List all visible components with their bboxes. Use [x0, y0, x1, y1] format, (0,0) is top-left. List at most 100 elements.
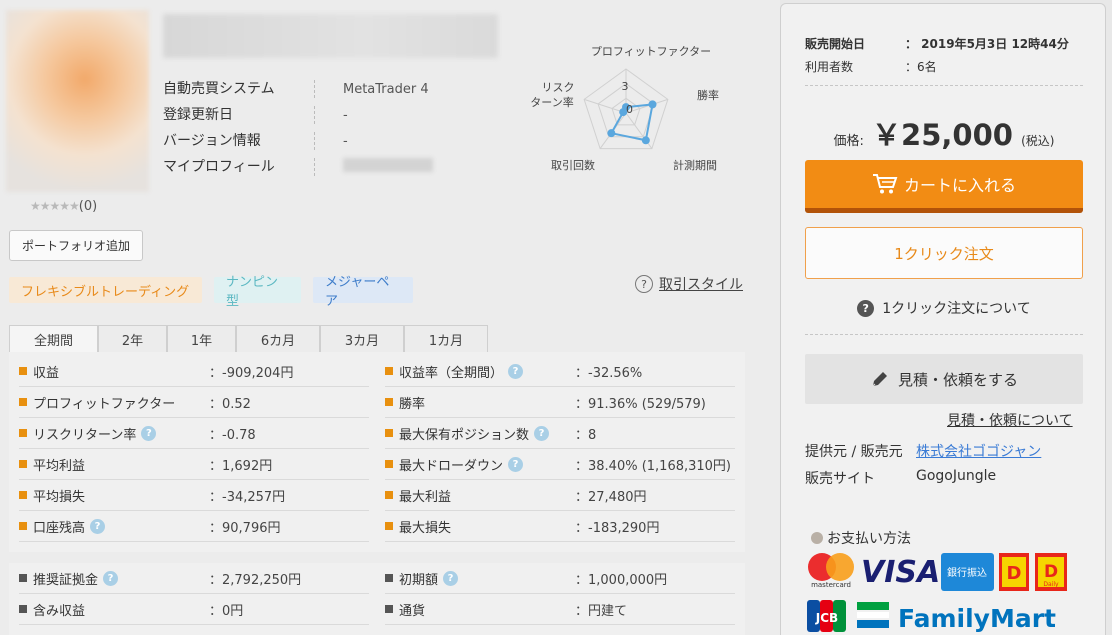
stat-label: 初期額: [399, 572, 439, 588]
radar-label-risk-return-1: リスク: [542, 81, 575, 94]
rating-count: (0): [78, 199, 98, 214]
trade-style-label: 取引スタイル: [659, 277, 743, 293]
stat-row: 勝率 ：91.36% (529/579): [385, 387, 735, 418]
stat-value: ：91.36% (529/579): [575, 396, 706, 412]
info-value[interactable]: [315, 158, 433, 176]
one-click-order-button[interactable]: 1クリック注文: [805, 227, 1083, 279]
bullet-icon: [385, 460, 393, 468]
help-icon[interactable]: ?: [443, 570, 459, 586]
stat-label: 口座残高: [33, 520, 86, 536]
tag-nanpin[interactable]: ナンピン型: [214, 275, 301, 309]
release-date-value: ： 2019年5月3日 12時44分: [905, 37, 1069, 51]
tab-1-year[interactable]: 1年: [167, 325, 236, 352]
rating: ★★★★★(0): [30, 199, 97, 214]
stat-label: 勝率: [399, 396, 426, 412]
help-icon[interactable]: ?: [508, 456, 524, 472]
tab-2-years[interactable]: 2年: [98, 325, 167, 352]
one-click-about-link[interactable]: ? 1クリック注文について: [781, 298, 1107, 318]
bullet-icon: [385, 398, 393, 406]
provider-link[interactable]: 株式会社ゴゴジャン: [916, 441, 1041, 461]
stat-value: ：-909,204円: [209, 365, 294, 381]
radar-label-risk-return-2: ターン率: [530, 95, 573, 109]
help-icon[interactable]: ?: [141, 425, 157, 441]
radar-scale-max: 3: [622, 80, 629, 93]
add-to-cart-button[interactable]: カートに入れる: [805, 160, 1083, 213]
svg-text:D: D: [1044, 562, 1058, 582]
info-key: 登録更新日: [163, 106, 315, 124]
info-row: マイプロフィール: [163, 154, 503, 180]
stat-label: プロフィットファクター: [33, 396, 176, 412]
price-tax: (税込): [1021, 134, 1055, 148]
bullet-icon: [19, 429, 27, 437]
stat-value: ：1,692円: [209, 458, 273, 474]
payment-logos: mastercard VISA 銀行振込 D D Daily JCB Famil…: [807, 553, 1067, 633]
stat-label: 収益率（全期間）: [399, 365, 504, 381]
bullet-icon: [385, 491, 393, 499]
stat-value: ：円建て: [575, 603, 628, 619]
bullet-icon: [19, 605, 27, 613]
radar-label-win-rate: 勝率: [697, 88, 719, 102]
radar-point: [648, 100, 657, 109]
radar-scale-min: 0: [626, 103, 633, 116]
familymart-icon: FamilyMart: [857, 602, 1056, 633]
stat-row: 最大利益 ：27,480円: [385, 480, 735, 511]
stat-value: ：1,000,000円: [575, 572, 668, 588]
one-click-about-label: 1クリック注文について: [882, 301, 1031, 317]
product-title: [163, 14, 498, 58]
divider: [805, 85, 1083, 86]
price-value: ￥25,000: [872, 118, 1013, 152]
cart-icon: [872, 174, 898, 194]
bullet-icon: [19, 367, 27, 375]
daily-icon: D Daily: [1035, 553, 1067, 591]
bullet-icon: [19, 491, 27, 499]
stat-label: 通貨: [399, 603, 426, 619]
add-to-cart-label: カートに入れる: [903, 176, 1016, 195]
help-icon[interactable]: ?: [103, 570, 119, 586]
stat-label: 最大利益: [399, 489, 452, 505]
product-info-table: 自動売買システム MetaTrader 4 登録更新日 - バージョン情報 - …: [163, 76, 503, 180]
svg-text:D: D: [1007, 563, 1022, 584]
stat-value: ：-183,290円: [575, 520, 660, 536]
tab-6-months[interactable]: 6カ月: [236, 325, 320, 352]
purchase-sidebar: 販売開始日 ： 2019年5月3日 12時44分 利用者数 ：6名 価格: ￥2…: [780, 3, 1106, 635]
bullet-icon: [385, 367, 393, 375]
trade-style-link[interactable]: ? 取引スタイル: [635, 274, 743, 294]
tab-3-months[interactable]: 3カ月: [320, 325, 404, 352]
help-icon[interactable]: ?: [90, 518, 106, 534]
tab-all-period[interactable]: 全期間: [9, 325, 98, 352]
help-icon[interactable]: ?: [534, 425, 550, 441]
stats-panel: 収益 ：-909,204円 プロフィットファクター ：0.52 リスクリターン率…: [9, 352, 745, 552]
tag-flexible-trading[interactable]: フレキシブルトレーディング: [9, 277, 202, 303]
info-key: 自動売買システム: [163, 80, 315, 98]
info-key: バージョン情報: [163, 132, 315, 150]
bullet-icon: [19, 398, 27, 406]
radar-label-trades: 取引回数: [551, 158, 595, 172]
radar-point: [641, 136, 650, 145]
radar-label-profit-factor: プロフィットファクター: [591, 45, 711, 58]
jcb-icon: JCB: [807, 600, 846, 632]
quote-request-button[interactable]: 見積・依頼をする: [805, 354, 1083, 404]
svg-text:FamilyMart: FamilyMart: [898, 604, 1056, 633]
stat-row: 収益 ：-909,204円: [19, 356, 369, 387]
daily-yamazaki-icon: D: [999, 553, 1029, 591]
help-icon[interactable]: ?: [508, 363, 524, 379]
quote-about-link[interactable]: 見積・依頼について: [947, 410, 1073, 430]
bullet-icon: [19, 460, 27, 468]
stat-value: ：-0.78: [209, 427, 256, 443]
stat-row: 最大損失 ：-183,290円: [385, 511, 735, 542]
help-icon: ?: [635, 275, 653, 293]
product-thumbnail[interactable]: [6, 10, 149, 192]
stat-row: 推奨証拠金? ：2,792,250円: [19, 563, 369, 594]
payment-title-label: お支払い方法: [827, 531, 911, 547]
site-value: GogoJungle: [916, 468, 997, 484]
tag-major-pair[interactable]: メジャーペア: [313, 275, 413, 309]
add-portfolio-button[interactable]: ポートフォリオ追加: [9, 230, 143, 261]
stat-label: 平均損失: [33, 489, 86, 505]
stat-row: 口座残高? ：90,796円: [19, 511, 369, 542]
profile-link[interactable]: [343, 158, 433, 172]
stat-label: 最大損失: [399, 520, 452, 536]
info-value: -: [343, 107, 348, 123]
stat-row: 最大保有ポジション数? ：8: [385, 418, 735, 449]
radar-point: [607, 129, 616, 138]
tab-1-month[interactable]: 1カ月: [404, 325, 488, 352]
